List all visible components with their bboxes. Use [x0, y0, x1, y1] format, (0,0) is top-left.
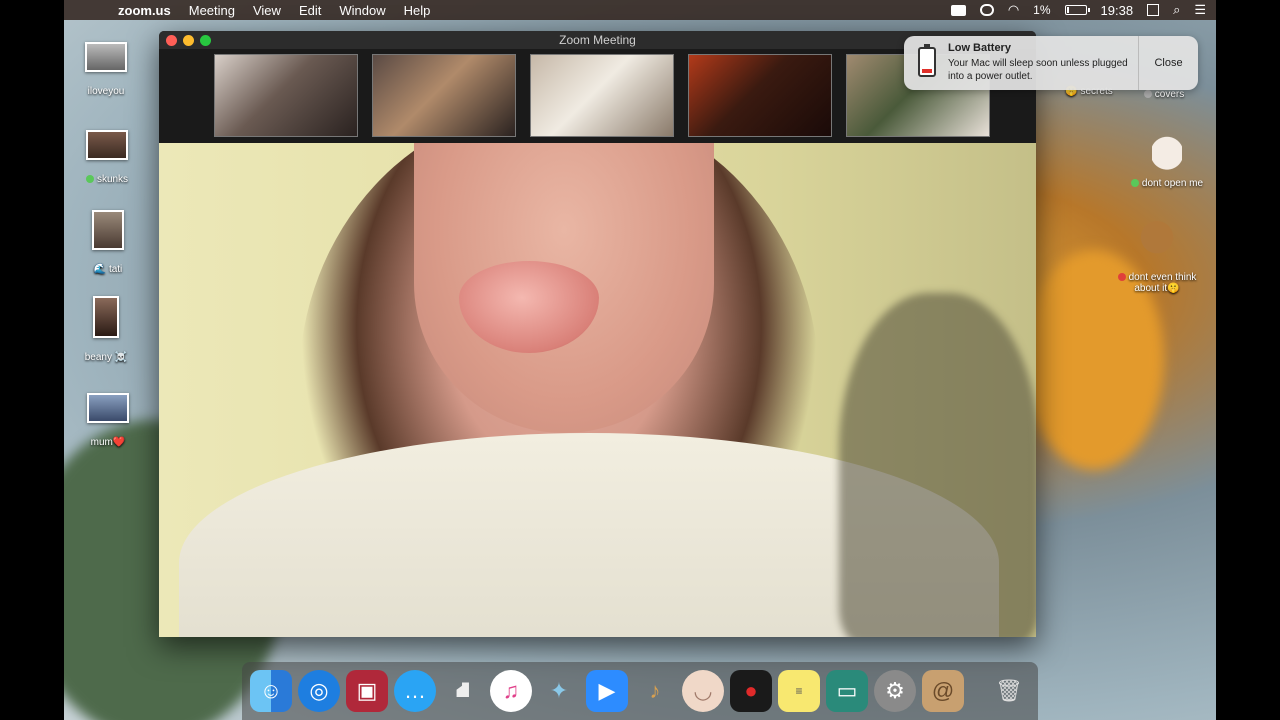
finder-icon[interactable]: ☺	[250, 670, 292, 712]
system-preferences-icon[interactable]: ⚙	[874, 670, 916, 712]
menu-edit[interactable]: Edit	[299, 3, 321, 18]
desktop-icon-label: dont even think about it	[1128, 272, 1197, 294]
gray-tag-dot	[1143, 90, 1152, 99]
battery-warning-icon	[918, 44, 936, 77]
clock[interactable]: 19:38	[1101, 3, 1134, 18]
window-title: Zoom Meeting	[559, 33, 636, 47]
participant-video-person[interactable]	[688, 54, 832, 137]
desktop-icon-tati[interactable]: 🌊 tati	[68, 210, 148, 275]
desktop-icon-label: beany	[84, 352, 112, 363]
desktop-icon-beany[interactable]: beany ☠️	[66, 296, 146, 363]
menu-app-name[interactable]: zoom.us	[118, 3, 171, 18]
desktop-icon-label: skunks	[96, 174, 129, 185]
inkscape-icon[interactable]: ⛘	[442, 670, 484, 712]
calendar-icon[interactable]	[1147, 4, 1160, 16]
face-app-icon[interactable]: ◡	[682, 670, 724, 712]
zoom-icon[interactable]: ▶	[586, 670, 628, 712]
green-tag-dot	[1130, 179, 1139, 188]
participant-video-terrier[interactable]	[530, 54, 674, 137]
desktop: zoom.us Meeting View Edit Window Help ◠ …	[64, 0, 1216, 720]
close-window-button[interactable]	[166, 35, 177, 46]
minimize-window-button[interactable]	[183, 35, 194, 46]
desktop-icon-label: covers	[1154, 89, 1185, 100]
itunes-icon[interactable]: ♫	[490, 670, 532, 712]
wall-shadow	[839, 293, 1036, 637]
preview-icon[interactable]: ▭	[826, 670, 868, 712]
red-tag-dot	[1117, 273, 1126, 282]
sequel-pro-icon[interactable]: ✦	[538, 670, 580, 712]
battery-level	[1066, 7, 1069, 13]
desktop-icon-label: iloveyou	[87, 86, 125, 97]
active-speaker-video[interactable]	[159, 143, 1036, 637]
shush-emoji: 🤫	[1167, 283, 1180, 294]
low-battery-notification[interactable]: Low Battery Your Mac will sleep soon unl…	[904, 36, 1198, 90]
desktop-icon-covers[interactable]: covers	[1124, 89, 1204, 100]
desktop-icon-dont-even-think[interactable]: dont even think about it🤫	[1112, 218, 1202, 294]
notification-center-icon[interactable]: ☰	[1194, 2, 1206, 18]
thumbnail-image	[92, 210, 124, 250]
menu-window[interactable]: Window	[339, 3, 385, 18]
trash-icon[interactable]: 🗑	[988, 670, 1030, 712]
thumbnail-image	[86, 130, 128, 160]
desktop-icon-label: tati	[108, 264, 123, 275]
zoom-meeting-window[interactable]: Zoom Meeting	[159, 31, 1036, 637]
garageband-icon[interactable]: ♪	[634, 670, 676, 712]
notification-title: Low Battery	[948, 42, 1011, 54]
wave-emoji: 🌊	[93, 264, 107, 275]
skull-emoji: ☠️	[114, 352, 128, 363]
photo-booth-icon[interactable]: ▣	[346, 670, 388, 712]
safari-icon[interactable]: ◎	[298, 670, 340, 712]
lion-image	[1137, 218, 1177, 266]
messages-icon[interactable]: …	[394, 670, 436, 712]
desktop-icon-iloveyou[interactable]: iloveyou	[66, 42, 146, 97]
desktop-icon-label: mum	[90, 437, 113, 448]
green-tag-dot	[85, 175, 94, 184]
notification-message: Your Mac will sleep soon unless plugged …	[948, 58, 1128, 82]
desktop-icon-mum[interactable]: mum❤️	[68, 393, 148, 448]
desktop-icon-skunks[interactable]: skunks	[67, 130, 147, 185]
participant-video-poodle[interactable]	[372, 54, 516, 137]
zoom-status-icon[interactable]	[950, 4, 966, 16]
thumbnail-image	[87, 393, 129, 423]
wifi-icon[interactable]: ◠	[1008, 2, 1019, 18]
fullscreen-window-button[interactable]	[200, 35, 211, 46]
desktop-icon-label: dont open me	[1141, 178, 1204, 189]
participant-strip	[214, 54, 990, 137]
thumbnail-image	[85, 42, 127, 72]
creative-cloud-icon[interactable]	[979, 4, 994, 16]
desktop-icon-dont-open-me[interactable]: dont open me	[1117, 128, 1216, 189]
participant-video-husky[interactable]	[214, 54, 358, 137]
dock: ☺ ◎ ▣ … ⛘ ♫ ✦ ▶ ♪ ◡ ● ≡ ▭ ⚙ @ 🗑	[242, 662, 1038, 720]
battery-icon[interactable]	[1064, 5, 1090, 15]
spotlight-search-icon[interactable]: ⌕	[1173, 2, 1180, 18]
contacts-icon[interactable]: @	[922, 670, 964, 712]
menu-meeting[interactable]: Meeting	[189, 3, 235, 18]
battery-percent: 1%	[1033, 3, 1051, 17]
thumbnail-image	[93, 296, 119, 338]
menu-help[interactable]: Help	[404, 3, 431, 18]
voice-memos-icon[interactable]: ●	[730, 670, 772, 712]
heart-emoji: ❤️	[112, 437, 126, 448]
bunny-image	[1152, 128, 1182, 170]
stickies-icon[interactable]: ≡	[778, 670, 820, 712]
menu-bar: zoom.us Meeting View Edit Window Help ◠ …	[64, 0, 1216, 20]
notification-close-button[interactable]: Close	[1138, 36, 1198, 90]
menu-view[interactable]: View	[253, 3, 281, 18]
